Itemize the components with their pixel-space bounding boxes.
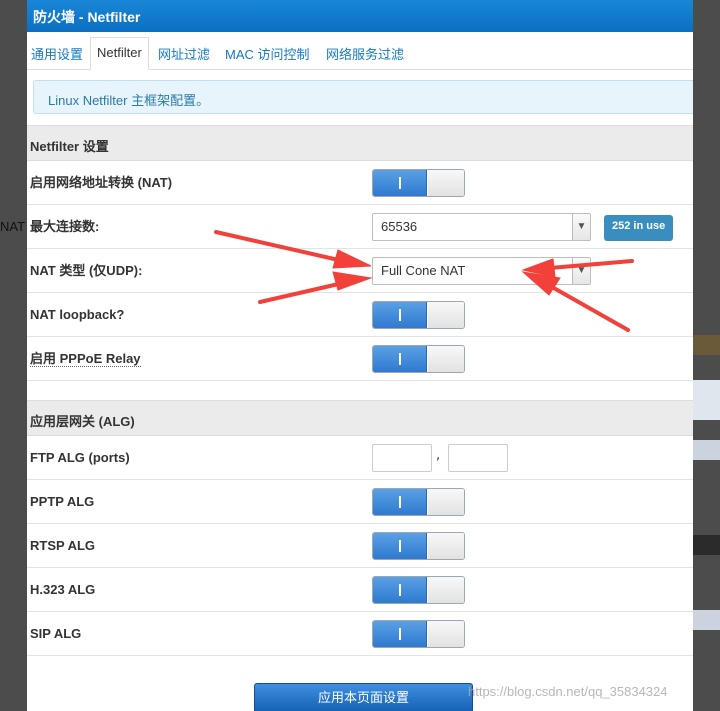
annotation-arrow [214,230,345,263]
annotation-arrow [548,259,634,270]
annotation-arrow [258,281,345,304]
annotation-arrowhead [332,249,372,269]
annotation-arrowhead [332,271,373,291]
annotation-arrows [214,230,634,332]
annotation-arrow [550,285,630,332]
